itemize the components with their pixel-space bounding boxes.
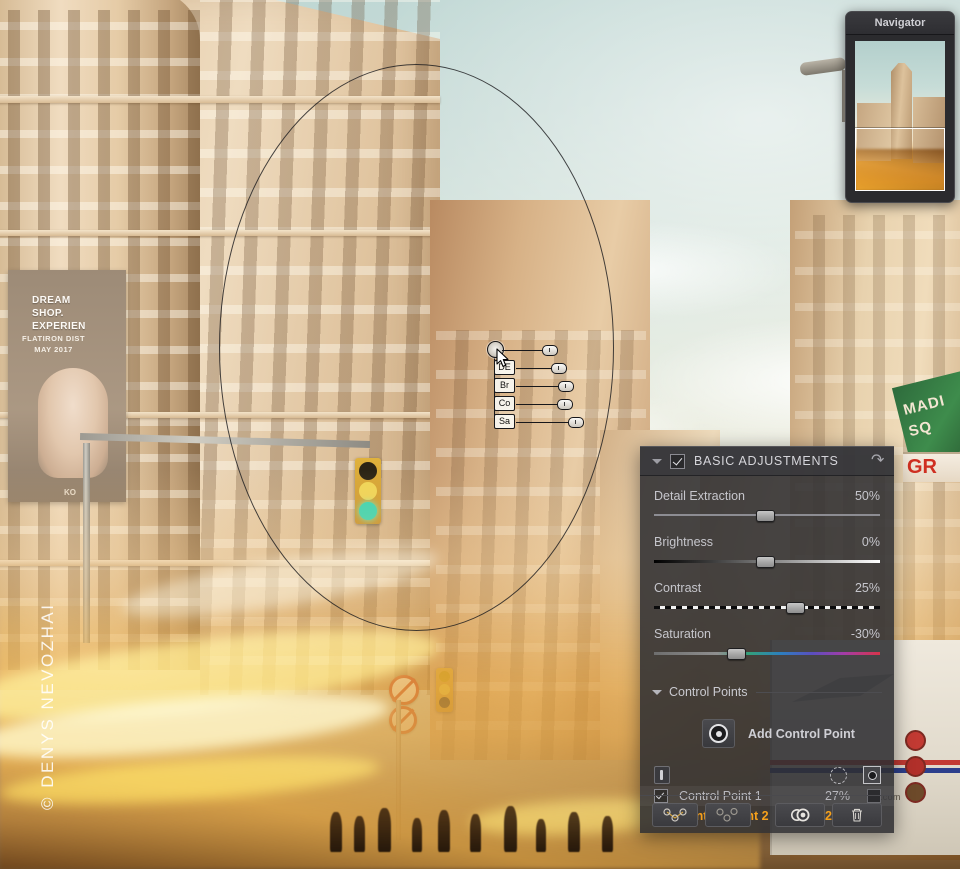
slider-value-saturation: -30% xyxy=(850,627,880,641)
cp-knob-co[interactable] xyxy=(557,399,573,410)
slider-knob-detail-extraction[interactable] xyxy=(756,510,776,522)
sign-green-line1: MADI xyxy=(901,392,947,419)
slider-knob-brightness[interactable] xyxy=(756,556,776,568)
slider-label-contrast: Contrast xyxy=(654,581,702,595)
cp-slider-row-size[interactable] xyxy=(494,343,586,357)
slider-value-brightness: 0% xyxy=(861,535,880,549)
cp-knob-sa[interactable] xyxy=(568,417,584,428)
slider-label-brightness: Brightness xyxy=(654,535,714,549)
slider-contrast[interactable]: Contrast 25% xyxy=(654,581,880,614)
control-points-section-title: Control Points xyxy=(669,685,748,699)
cp-slider-row-de[interactable]: DE xyxy=(494,360,592,375)
visibility-column-icon[interactable] xyxy=(654,766,670,784)
slider-label-saturation: Saturation xyxy=(654,627,711,641)
pedestrians xyxy=(320,790,660,852)
slider-brightness[interactable]: Brightness 0% xyxy=(654,535,880,568)
billboard-subline: FLATIRON DIST MAY 2017 xyxy=(22,334,86,354)
slider-knob-contrast[interactable] xyxy=(785,602,805,614)
chevron-down-icon-control-points[interactable] xyxy=(652,689,662,695)
image-editor-app: DREAM SHOP. EXPERIEN FLATIRON DIST MAY 2… xyxy=(0,0,960,869)
duplicate-control-point-button[interactable] xyxy=(775,802,825,827)
slider-value-detail-extraction: 50% xyxy=(854,489,880,503)
sliders-group: Detail Extraction 50% Brightness 0% Cont… xyxy=(640,476,894,681)
navigator-viewport-rect[interactable] xyxy=(855,128,945,191)
cp-knob-size[interactable] xyxy=(542,345,558,356)
billboard-headline: DREAM SHOP. EXPERIEN xyxy=(32,295,86,332)
panel-enable-checkbox[interactable] xyxy=(670,453,685,469)
billboard-model-photo xyxy=(38,368,108,478)
opacity-column-icon[interactable] xyxy=(830,766,847,784)
add-control-point-button[interactable] xyxy=(702,719,735,748)
cp-knob-de[interactable] xyxy=(551,363,567,374)
navigator-panel[interactable]: Navigator xyxy=(845,11,955,203)
reset-icon[interactable]: ↶ xyxy=(871,452,884,469)
mask-column-icon[interactable] xyxy=(863,766,881,784)
cornice-1 xyxy=(0,96,440,103)
section-divider xyxy=(755,691,882,693)
group-control-points-button[interactable] xyxy=(652,802,698,827)
control-points-toolbar xyxy=(640,795,894,833)
panel-title: BASIC ADJUSTMENTS xyxy=(694,454,839,468)
cp-label-de: DE xyxy=(494,360,515,375)
cp-label-sa: Sa xyxy=(494,414,515,429)
slider-track-contrast[interactable] xyxy=(654,606,880,609)
control-point-widget[interactable]: DE Br Co Sa xyxy=(487,341,587,429)
panel-header[interactable]: BASIC ADJUSTMENTS ↶ xyxy=(640,447,894,476)
cp-slider-row-br[interactable]: Br xyxy=(494,378,599,393)
control-points-table-header xyxy=(640,764,894,786)
ungroup-control-points-button[interactable] xyxy=(705,802,751,827)
sign-green-line2: SQ xyxy=(906,417,935,441)
cp-label-co: Co xyxy=(494,396,515,411)
basic-adjustments-panel: BASIC ADJUSTMENTS ↶ Detail Extraction 50… xyxy=(640,446,894,833)
billboard: DREAM SHOP. EXPERIEN FLATIRON DIST MAY 2… xyxy=(8,270,126,502)
slider-detail-extraction[interactable]: Detail Extraction 50% xyxy=(654,489,880,522)
slider-label-detail-extraction: Detail Extraction xyxy=(654,489,746,503)
cp-slider-row-sa[interactable]: Sa xyxy=(494,414,609,429)
add-control-point-label: Add Control Point xyxy=(748,726,855,741)
slider-saturation[interactable]: Saturation -30% xyxy=(654,627,880,660)
cp-label-br: Br xyxy=(494,378,515,393)
cornice-2 xyxy=(0,230,440,236)
cp-slider-row-co[interactable]: Co xyxy=(494,396,599,411)
control-points-section-header[interactable]: Control Points xyxy=(640,681,894,703)
navigator-thumbnail[interactable] xyxy=(855,41,945,191)
slider-knob-saturation[interactable] xyxy=(726,648,746,660)
delete-control-point-button[interactable] xyxy=(832,802,882,827)
chevron-down-icon[interactable] xyxy=(652,458,662,464)
slider-track-saturation[interactable] xyxy=(654,652,880,655)
navigator-title: Navigator xyxy=(846,12,954,35)
cp-knob-br[interactable] xyxy=(558,381,574,392)
slider-value-contrast: 25% xyxy=(854,581,880,595)
add-control-point-row[interactable]: Add Control Point xyxy=(640,703,894,764)
truck-tail-lights xyxy=(905,730,926,808)
control-point-icon xyxy=(709,724,728,743)
